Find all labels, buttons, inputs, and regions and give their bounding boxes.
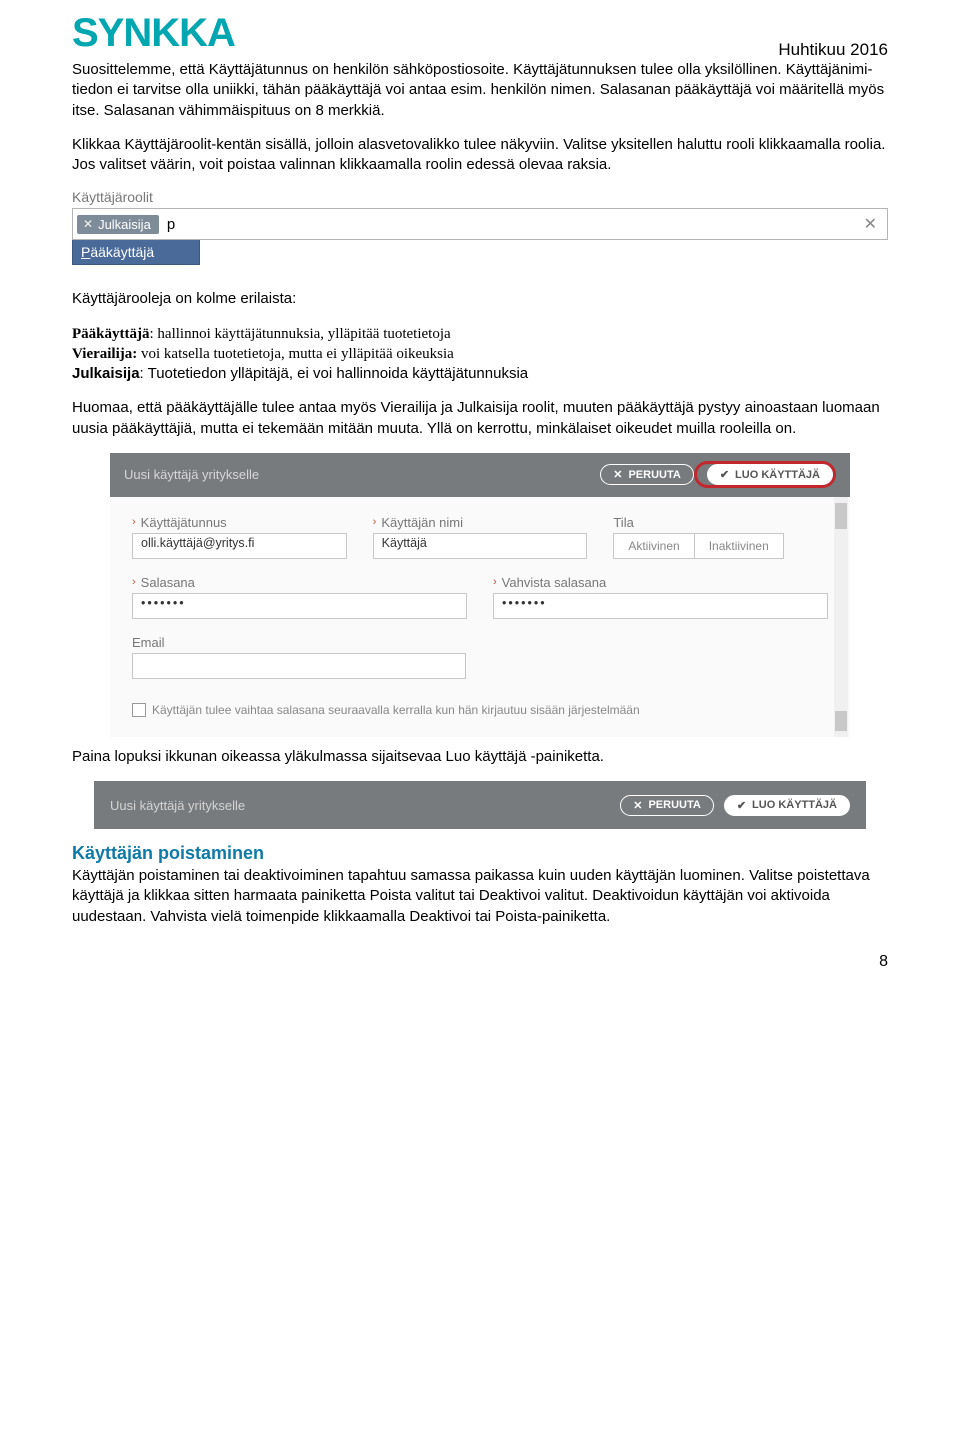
input-confirm-password[interactable]: ••••••• <box>493 593 828 619</box>
status-active[interactable]: Aktiivinen <box>613 533 693 559</box>
roles-input-row[interactable]: ✕ Julkaisija ✕ <box>72 208 888 240</box>
label-username: ›Käyttäjätunnus <box>132 515 347 530</box>
dropdown-option-paakayttaja[interactable]: Pääkäyttäjä <box>72 240 200 265</box>
create-user-form-screenshot: Uusi käyttäjä yritykselle ✕PERUUTA ✔LUO … <box>110 453 850 737</box>
cancel-button[interactable]: ✕PERUUTA <box>620 795 714 816</box>
close-icon: ✕ <box>633 799 642 812</box>
roles-text-input[interactable] <box>165 215 199 234</box>
check-icon: ✔ <box>737 799 746 812</box>
option-rest: ääkäyttäjä <box>90 244 154 260</box>
paragraph-intro: Suosittelemme, että Käyttäjätunnus on he… <box>72 60 888 121</box>
roles-field-label: Käyttäjäroolit <box>72 189 888 205</box>
document-date: Huhtikuu 2016 <box>778 40 888 60</box>
scrollbar[interactable] <box>834 497 848 737</box>
input-username[interactable]: olli.käyttäjä@yritys.fi <box>132 533 347 559</box>
create-user-button[interactable]: ✔LUO KÄYTTÄJÄ <box>707 464 833 485</box>
label-displayname: ›Käyttäjän nimi <box>373 515 588 530</box>
page-number: 8 <box>72 953 888 971</box>
banner-title: Uusi käyttäjä yritykselle <box>110 798 610 813</box>
status-inactive[interactable]: Inaktiivinen <box>694 533 784 559</box>
roles-field-illustration: Käyttäjäroolit ✕ Julkaisija ✕ Pääkäyttäj… <box>72 189 888 265</box>
role-chip-julkaisija[interactable]: ✕ Julkaisija <box>77 215 159 234</box>
highlight-ring: ✔LUO KÄYTTÄJÄ <box>694 461 836 488</box>
chevron-icon: › <box>493 576 497 588</box>
chevron-icon: › <box>373 516 377 528</box>
chip-label: Julkaisija <box>98 217 151 232</box>
label-password: ›Salasana <box>132 575 467 590</box>
label-email: Email <box>132 635 466 650</box>
option-underline-char: P <box>81 244 90 260</box>
cancel-button[interactable]: ✕PERUUTA <box>600 464 694 485</box>
paragraph-roles-instruction: Klikkaa Käyttäjäroolit-kentän sisällä, j… <box>72 135 888 176</box>
create-user-button[interactable]: ✔LUO KÄYTTÄJÄ <box>724 795 850 816</box>
check-icon: ✔ <box>720 468 729 481</box>
input-password[interactable]: ••••••• <box>132 593 467 619</box>
checkbox-icon[interactable] <box>132 703 146 717</box>
force-password-change-row[interactable]: Käyttäjän tulee vaihtaa salasana seuraav… <box>132 695 828 731</box>
roles-kinds-intro: Käyttäjärooleja on kolme erilaista: <box>72 289 888 309</box>
close-icon: ✕ <box>613 468 622 481</box>
create-user-banner-repeat: Uusi käyttäjä yritykselle ✕PERUUTA ✔LUO … <box>94 781 866 829</box>
input-email[interactable] <box>132 653 466 679</box>
remove-chip-icon[interactable]: ✕ <box>83 217 93 231</box>
checkbox-label: Käyttäjän tulee vaihtaa salasana seuraav… <box>152 703 640 717</box>
paragraph-remove-user: Käyttäjän poistaminen tai deaktivoiminen… <box>72 866 888 927</box>
label-confirm-password: ›Vahvista salasana <box>493 575 828 590</box>
chevron-icon: › <box>132 576 136 588</box>
paragraph-press-create: Paina lopuksi ikkunan oikeassa yläkulmas… <box>72 747 888 767</box>
status-segmented[interactable]: Aktiivinen Inaktiivinen <box>613 533 828 559</box>
label-status: Tila <box>613 515 828 530</box>
input-displayname[interactable]: Käyttäjä <box>373 533 588 559</box>
clear-field-icon[interactable]: ✕ <box>858 214 883 234</box>
chevron-icon: › <box>132 516 136 528</box>
form-titlebar: Uusi käyttäjä yritykselle ✕PERUUTA ✔LUO … <box>110 453 850 497</box>
svg-text:SYNKKA: SYNKKA <box>72 12 235 54</box>
roles-description: Pääkäyttäjä: hallinnoi käyttäjätunnuksia… <box>72 324 888 385</box>
paragraph-roles-note: Huomaa, että pääkäyttäjälle tulee antaa … <box>72 398 888 439</box>
synkka-logo: SYNKKA <box>72 12 277 54</box>
section-heading-remove-user: Käyttäjän poistaminen <box>72 843 888 864</box>
form-title: Uusi käyttäjä yritykselle <box>124 467 590 482</box>
